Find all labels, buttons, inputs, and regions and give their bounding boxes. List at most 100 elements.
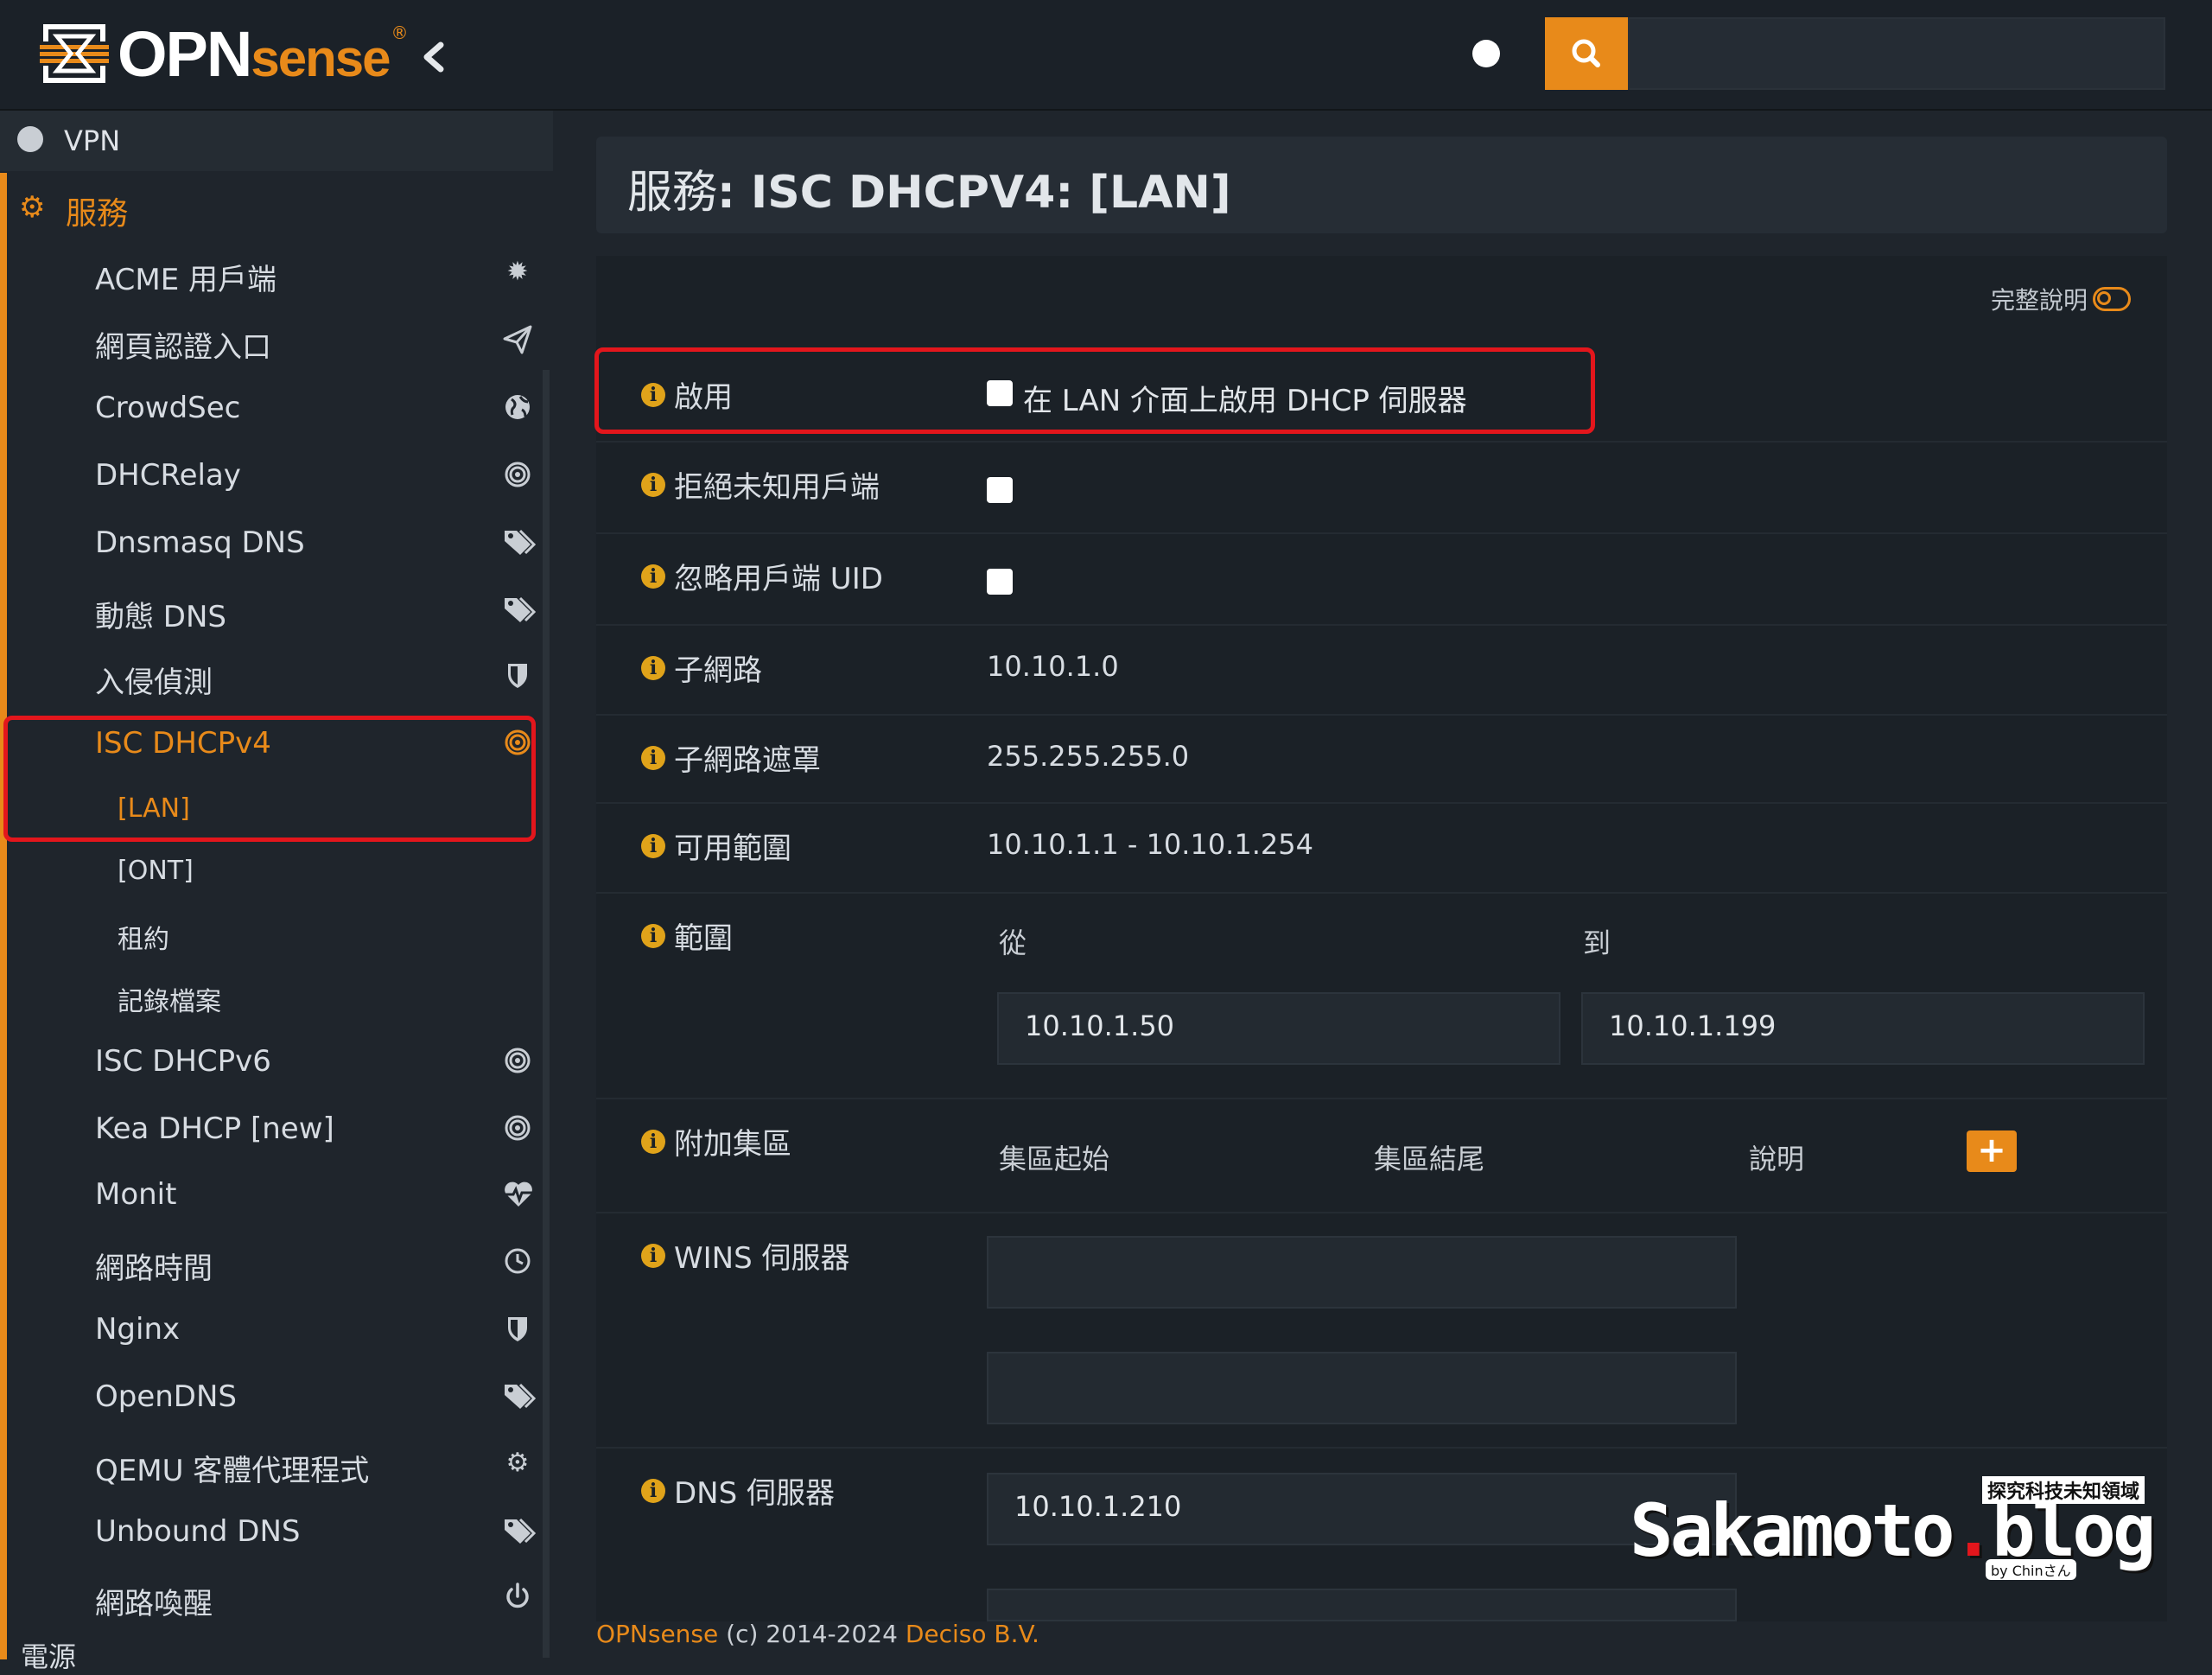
info-icon[interactable]: i — [641, 472, 665, 497]
field-label: i 範圍 — [641, 914, 733, 957]
heartbeat-icon — [503, 1179, 532, 1208]
dns-server-1-input[interactable]: 10.10.1.210 — [987, 1473, 1737, 1545]
deny-unknown-checkbox[interactable] — [987, 477, 1013, 503]
field-label: i 拒絕未知用戶端 — [641, 463, 880, 506]
sidebar-item-label: Nginx — [95, 1312, 181, 1347]
info-icon[interactable]: i — [641, 1243, 665, 1268]
info-icon[interactable]: i — [641, 833, 665, 858]
field-label: i 忽略用戶端 UID — [641, 555, 883, 597]
add-pool-button[interactable]: + — [1967, 1130, 2017, 1172]
range-to-input[interactable]: 10.10.1.199 — [1581, 992, 2145, 1065]
field-label-text: WINS 伺服器 — [674, 1241, 850, 1276]
logo-registered-mark: ® — [391, 22, 409, 43]
sidebar-item-label: ACME 用戶端 — [95, 263, 277, 297]
tags-icon — [503, 1381, 537, 1411]
status-indicator[interactable] — [1472, 40, 1500, 67]
sidebar-item-crowdsec[interactable]: CrowdSec — [95, 382, 544, 434]
pool-end-header: 集區結尾 — [1374, 1143, 1485, 1175]
pool-start-header: 集區起始 — [999, 1143, 1110, 1175]
sidebar-item-label: 網頁認證入口 — [95, 330, 271, 365]
sidebar-item-unbound-dns[interactable]: Unbound DNS — [95, 1506, 544, 1557]
highlight-box-enable — [594, 347, 1595, 434]
field-label-text: 拒絕未知用戶端 — [674, 470, 880, 505]
sidebar-subitem-label: 記錄檔案 — [118, 987, 221, 1017]
sidebar-item-label: Unbound DNS — [95, 1514, 301, 1549]
gear-icon: ⚙ — [505, 1448, 530, 1478]
bullseye-icon — [503, 1113, 532, 1143]
field-label-text: 可用範圍 — [674, 831, 791, 866]
search-button[interactable] — [1545, 17, 1628, 90]
sidebar-item-label: 網路時間 — [95, 1251, 213, 1286]
range-to-header: 到 — [1583, 927, 1611, 959]
footer-brand-link[interactable]: OPNsense — [596, 1620, 718, 1648]
logo-text: OPN — [118, 17, 252, 90]
top-header: OPNsense ® — [0, 0, 2212, 111]
sidebar-item-isc-dhcpv6[interactable]: ISC DHCPv6 — [95, 1035, 544, 1087]
range-from-header: 從 — [999, 927, 1027, 959]
watermark-by: by Chinさん — [1986, 1559, 2076, 1580]
sidebar-item-opendns[interactable]: OpenDNS — [95, 1371, 544, 1423]
opnsense-logo[interactable]: OPNsense ® — [40, 17, 409, 90]
sidebar-item-intrusion-detection[interactable]: 入侵偵測 — [95, 650, 544, 702]
logo-accent-text: sense — [251, 29, 391, 87]
full-help-label: 完整說明 — [1990, 286, 2088, 315]
sidebar-item-wake-on-lan[interactable]: 網路喚醒 — [95, 1571, 544, 1623]
range-from-input[interactable]: 10.10.1.50 — [997, 992, 1560, 1065]
wins-server-2-input[interactable] — [987, 1352, 1737, 1424]
sidebar-item-network-time[interactable]: 網路時間 — [95, 1236, 544, 1288]
bullseye-icon — [503, 460, 532, 489]
field-label: i 子網路遮罩 — [641, 736, 821, 779]
sidebar-item-dynamic-dns[interactable]: 動態 DNS — [95, 584, 544, 636]
info-icon[interactable]: i — [641, 1478, 665, 1503]
footer-company-link[interactable]: Deciso B.V. — [906, 1620, 1039, 1648]
sidebar-item-label: QEMU 客體代理程式 — [95, 1454, 370, 1488]
available-range-value: 10.10.1.1 - 10.10.1.254 — [987, 828, 1313, 861]
info-icon[interactable]: i — [641, 564, 665, 589]
info-icon[interactable]: i — [641, 745, 665, 770]
row-available-range: i 可用範圍 10.10.1.1 - 10.10.1.254 — [596, 802, 2167, 894]
collapse-sidebar-button[interactable] — [416, 38, 451, 76]
ignore-uid-checkbox[interactable] — [987, 569, 1013, 595]
row-wins-servers: i WINS 伺服器 — [596, 1212, 2167, 1449]
info-icon[interactable]: i — [641, 923, 665, 948]
dns-server-2-input[interactable] — [987, 1589, 1737, 1621]
sidebar-item-label: CrowdSec — [95, 391, 241, 425]
sidebar-subitem-label: [ONT] — [118, 856, 194, 886]
search-input[interactable] — [1628, 17, 2165, 90]
field-label: i 子網路 — [641, 646, 762, 689]
field-label-text: 範圍 — [674, 921, 733, 956]
sidebar-item-captive-portal[interactable]: 網頁認證入口 — [95, 315, 544, 366]
sidebar-item-nginx[interactable]: Nginx — [95, 1303, 544, 1355]
sidebar-item-monit[interactable]: Monit — [95, 1169, 544, 1220]
row-deny-unknown: i 拒絕未知用戶端 — [596, 441, 2167, 534]
field-label-text: 子網路遮罩 — [674, 743, 821, 778]
sidebar-subitem-label: 租約 — [118, 925, 169, 955]
sidebar-section-services[interactable]: ⚙ 服務 — [7, 173, 553, 242]
info-icon[interactable]: i — [641, 1129, 665, 1154]
sidebar-item-label: ISC DHCPv6 — [95, 1044, 271, 1079]
globe-icon — [503, 392, 532, 422]
highlight-box-dhcpv4-lan — [3, 716, 536, 842]
sidebar-item-dnsmasq[interactable]: Dnsmasq DNS — [95, 517, 544, 569]
logo-wordmark: OPNsense — [118, 17, 391, 91]
sidebar-item-kea-dhcp[interactable]: Kea DHCP [new] — [95, 1103, 544, 1155]
gear-icon: ✹ — [506, 257, 529, 287]
sidebar-item-label: Dnsmasq DNS — [95, 525, 305, 560]
full-help-toggle[interactable]: 完整說明 — [1991, 282, 2131, 316]
tags-icon — [503, 595, 537, 624]
opnsense-logo-icon — [40, 24, 109, 83]
wins-server-1-input[interactable] — [987, 1236, 1737, 1309]
sidebar-item-label: VPN — [64, 124, 121, 157]
globe-icon — [17, 126, 43, 152]
info-icon[interactable]: i — [641, 655, 665, 680]
sidebar-item-acme[interactable]: ACME 用戶端 ✹ — [95, 247, 544, 299]
sidebar-item-qemu-agent[interactable]: QEMU 客體代理程式 ⚙ — [95, 1438, 544, 1490]
sidebar-item-power[interactable]: 電源 — [21, 1635, 76, 1675]
clock-icon — [503, 1246, 532, 1276]
shield-icon — [503, 1314, 532, 1343]
field-label-text: 忽略用戶端 UID — [674, 562, 883, 596]
chevron-left-icon — [423, 41, 444, 73]
row-additional-pools: i 附加集區 集區起始 集區結尾 說明 + — [596, 1098, 2167, 1213]
sidebar-item-vpn[interactable]: VPN — [0, 111, 553, 171]
sidebar-item-dhcrelay[interactable]: DHCRelay — [95, 449, 544, 501]
